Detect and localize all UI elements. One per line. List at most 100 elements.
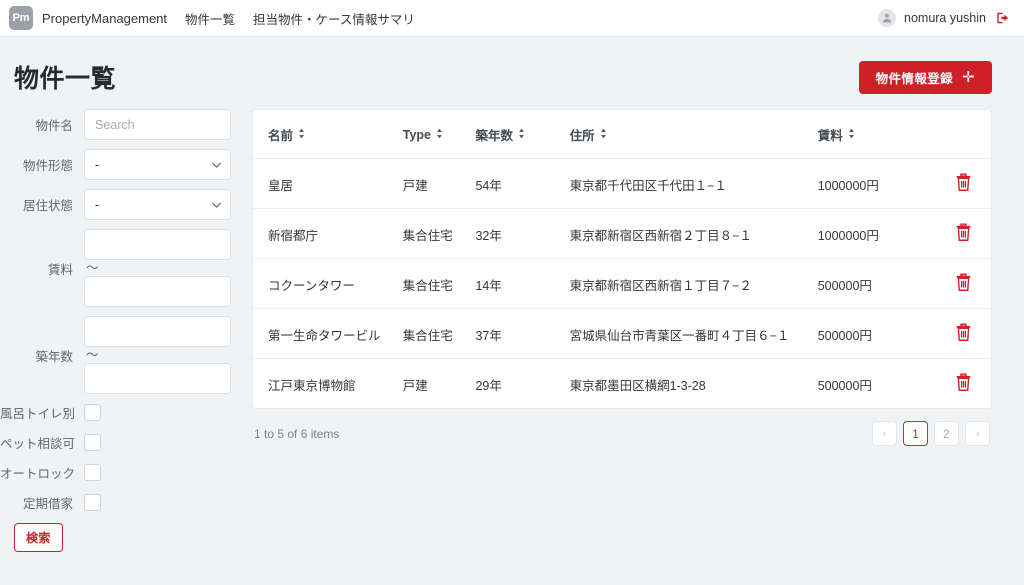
nav-links: 物件一覧 担当物件・ケース情報サマリ [185,9,415,28]
column-header-address[interactable]: 住所 [570,110,818,159]
trash-icon [955,223,972,245]
sort-icon [848,128,855,142]
pagination: ‹ 1 2 › [872,421,990,446]
pagination-page-2[interactable]: 2 [934,421,959,446]
cell-rent: 1000000円 [818,159,936,209]
auto-lock-checkbox[interactable] [84,464,101,481]
age-from-input[interactable] [84,316,231,347]
register-property-button[interactable]: 物件情報登録 ✛ [859,61,992,94]
rent-from-input[interactable] [84,229,231,260]
trash-icon [955,323,972,345]
cell-actions [935,159,991,209]
register-property-label: 物件情報登録 [876,68,953,87]
sort-icon [436,128,443,142]
cell-type: 戸建 [403,359,476,409]
column-header-type[interactable]: Type [403,110,476,159]
table-row[interactable]: 皇居 戸建 54年 東京都千代田区千代田１−１ 1000000円 [253,159,991,209]
filter-row-pet-allowed: ペット相談可 [0,433,252,452]
cell-address: 東京都千代田区千代田１−１ [570,159,818,209]
brand-name: PropertyManagement [42,11,167,26]
user-icon [878,9,896,27]
cell-name: 皇居 [253,159,403,209]
search-button[interactable]: 検索 [14,523,63,552]
filter-row-name: 物件名 [0,109,252,140]
cell-age: 37年 [475,309,569,359]
delete-row-button[interactable] [955,173,972,195]
cell-age: 54年 [475,159,569,209]
cell-address: 東京都新宿区西新宿２丁目８−１ [570,209,818,259]
item-count-label: 1 to 5 of 6 items [254,427,339,441]
top-navbar: Pm PropertyManagement 物件一覧 担当物件・ケース情報サマリ… [0,0,1024,37]
filter-row-rent: 賃料 〜 [0,229,252,307]
bath-separate-checkbox[interactable] [84,404,101,421]
filter-row-fixed-term: 定期借家 [0,493,252,512]
nav-link-case-summary[interactable]: 担当物件・ケース情報サマリ [253,9,415,28]
table-row[interactable]: 新宿都庁 集合住宅 32年 東京都新宿区西新宿２丁目８−１ 1000000円 [253,209,991,259]
age-to-input[interactable] [84,363,231,394]
cell-actions [935,359,991,409]
cell-rent: 1000000円 [818,209,936,259]
filter-label-fixed-term: 定期借家 [0,493,84,512]
cell-address: 東京都新宿区西新宿１丁目７−２ [570,259,818,309]
property-name-input[interactable] [84,109,231,140]
filter-row-auto-lock: オートロック [0,463,252,482]
column-header-address-label: 住所 [570,125,595,144]
fixed-term-checkbox[interactable] [84,494,101,511]
cell-address: 宮城県仙台市青葉区一番町４丁目６−１ [570,309,818,359]
property-table-body: 皇居 戸建 54年 東京都千代田区千代田１−１ 1000000円 [253,159,991,409]
property-form-select[interactable]: - [84,149,231,180]
page-header: 物件一覧 物件情報登録 ✛ [0,37,1024,109]
column-header-age-label: 築年数 [475,125,513,144]
trash-icon [955,273,972,295]
column-header-name-label: 名前 [268,125,293,144]
filter-row-age: 築年数 〜 [0,316,252,394]
property-table-head: 名前 Type [253,110,991,159]
cell-rent: 500000円 [818,359,936,409]
user-name: nomura yushin [904,11,986,25]
nav-link-property-list[interactable]: 物件一覧 [185,9,235,28]
rent-to-input[interactable] [84,276,231,307]
delete-row-button[interactable] [955,223,972,245]
column-header-rent[interactable]: 賃料 [818,110,936,159]
sign-out-icon[interactable] [996,11,1010,25]
filter-label-bath-separate: 風呂トイレ別 [0,403,84,422]
cell-name: コクーンタワー [253,259,403,309]
plus-icon: ✛ [962,70,975,85]
column-header-rent-label: 賃料 [818,125,843,144]
residence-status-select[interactable]: - [84,189,231,220]
pet-allowed-checkbox[interactable] [84,434,101,451]
cell-actions [935,309,991,359]
cell-type: 集合住宅 [403,259,476,309]
table-row[interactable]: 第一生命タワービル 集合住宅 37年 宮城県仙台市青葉区一番町４丁目６−１ 50… [253,309,991,359]
sort-icon [298,128,305,142]
delete-row-button[interactable] [955,373,972,395]
search-button-row: 検索 [0,523,252,552]
cell-type: 戸建 [403,159,476,209]
table-row[interactable]: 江戸東京博物館 戸建 29年 東京都墨田区横網1-3-28 500000円 [253,359,991,409]
filter-label-pet-allowed: ペット相談可 [0,433,84,452]
cell-type: 集合住宅 [403,309,476,359]
filter-row-form: 物件形態 - [0,149,252,180]
page-title: 物件一覧 [14,59,116,95]
column-header-name[interactable]: 名前 [253,110,403,159]
cell-address: 東京都墨田区横網1-3-28 [570,359,818,409]
column-header-actions [935,110,991,159]
filter-row-residence: 居住状態 - [0,189,252,220]
sort-icon [518,128,525,142]
pagination-next-button[interactable]: › [965,421,990,446]
table-row[interactable]: コクーンタワー 集合住宅 14年 東京都新宿区西新宿１丁目７−２ 500000円 [253,259,991,309]
column-header-age[interactable]: 築年数 [475,110,569,159]
cell-name: 新宿都庁 [253,209,403,259]
delete-row-button[interactable] [955,273,972,295]
filter-label-auto-lock: オートロック [0,463,84,482]
cell-age: 29年 [475,359,569,409]
filter-label-name: 物件名 [0,115,84,134]
main-layout: 物件名 物件形態 - 居住状態 [0,109,1024,552]
delete-row-button[interactable] [955,323,972,345]
cell-rent: 500000円 [818,309,936,359]
pagination-prev-button[interactable]: ‹ [872,421,897,446]
filter-panel: 物件名 物件形態 - 居住状態 [0,109,252,552]
brand-group[interactable]: Pm PropertyManagement [9,6,167,30]
trash-icon [955,373,972,395]
pagination-page-1[interactable]: 1 [903,421,928,446]
